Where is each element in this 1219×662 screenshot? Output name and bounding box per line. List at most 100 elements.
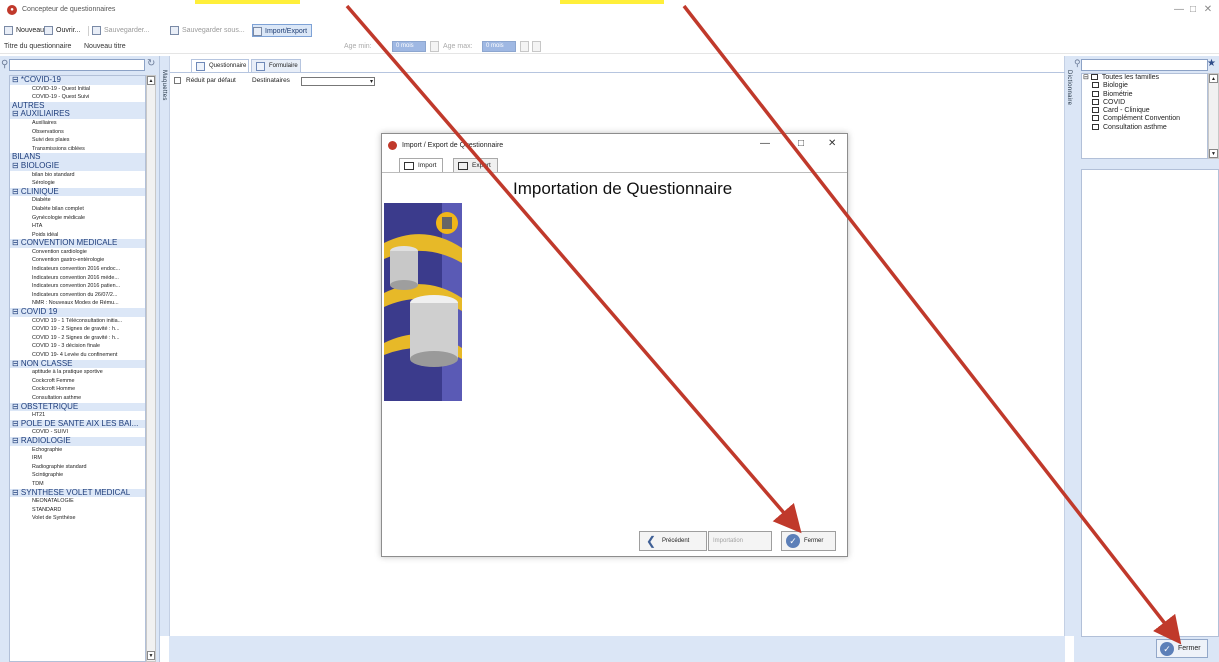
- dictionary-item[interactable]: Biologie: [1082, 82, 1207, 90]
- tab-import[interactable]: Import: [399, 158, 444, 172]
- close-button[interactable]: ✕: [1201, 4, 1215, 15]
- tree-item[interactable]: Auxiliaires: [10, 119, 145, 128]
- tree-item[interactable]: Gynécologie médicale: [10, 214, 145, 223]
- tree-category[interactable]: ⊟ BIOLOGIE: [10, 161, 145, 171]
- import-button[interactable]: Importation: [708, 531, 772, 551]
- tree-item[interactable]: Cockcroft Femme: [10, 377, 145, 386]
- window-title: Concepteur de questionnaires: [22, 6, 116, 13]
- age-max-stepper[interactable]: [520, 41, 529, 52]
- age-max-field[interactable]: 0 mois: [482, 41, 516, 52]
- tree-item[interactable]: Diabète bilan complet: [10, 205, 145, 214]
- templates-search-input[interactable]: [9, 59, 145, 71]
- dictionary-item[interactable]: Consultation asthme: [1082, 123, 1207, 132]
- import-export-button[interactable]: Import/Export: [252, 24, 313, 37]
- new-button[interactable]: Nouveau: [4, 24, 44, 37]
- save-button[interactable]: Sauvegarder...: [92, 24, 150, 37]
- search-icon[interactable]: ⚲: [1074, 58, 1081, 69]
- tree-item[interactable]: COVID-19 - Quest Suivi: [10, 93, 145, 102]
- tree-item[interactable]: COVID 19- 4 Levée du confinement: [10, 351, 145, 360]
- tree-item[interactable]: Transmissions ciblées: [10, 145, 145, 154]
- tree-item[interactable]: IRM: [10, 454, 145, 463]
- tree-item[interactable]: Radiographie standard: [10, 463, 145, 472]
- tree-item[interactable]: bilan bio standard: [10, 171, 145, 180]
- tree-category[interactable]: ⊟ POLE DE SANTÉ AIX LES BAI...: [10, 419, 145, 429]
- tree-item[interactable]: COVID - SUIVI: [10, 428, 145, 437]
- tree-category[interactable]: ⊟ RADIOLOGIE: [10, 436, 145, 446]
- tree-item[interactable]: STANDARD: [10, 506, 145, 515]
- title-value[interactable]: Nouveau titre: [84, 43, 126, 50]
- dictionary-scrollbar[interactable]: ▲ ▼: [1208, 73, 1219, 159]
- tree-category[interactable]: BILANS: [10, 153, 145, 162]
- maximize-button[interactable]: □: [1186, 4, 1200, 15]
- dialog-close-button[interactable]: ✕: [828, 138, 836, 149]
- tab-export[interactable]: Export: [453, 158, 498, 172]
- tree-category[interactable]: ⊟ AUXILIAIRES: [10, 110, 145, 119]
- scroll-down-icon[interactable]: ▼: [1209, 149, 1218, 158]
- tree-item[interactable]: Volet de Synthèse: [10, 514, 145, 523]
- tree-category[interactable]: ⊟ CONVENTION MEDICALE: [10, 239, 145, 248]
- tree-item[interactable]: TDM: [10, 480, 145, 489]
- tree-item[interactable]: Convention gastro-entérologie: [10, 256, 145, 265]
- tree-item[interactable]: Indicateurs convention 2016 endoc...: [10, 265, 145, 274]
- tree-category[interactable]: ⊟ NON CLASSE: [10, 359, 145, 369]
- tree-category[interactable]: AUTRES: [10, 101, 145, 111]
- tab-questionnaire[interactable]: Questionnaire: [191, 59, 249, 72]
- tree-item[interactable]: Sérologie: [10, 179, 145, 188]
- tree-item[interactable]: Consultation asthme: [10, 394, 145, 403]
- tree-category[interactable]: ⊟ CLINIQUE: [10, 187, 145, 197]
- dictionary-item[interactable]: Card - Clinique: [1082, 107, 1207, 115]
- refresh-icon[interactable]: ↻: [147, 58, 155, 69]
- dictionary-item[interactable]: Complément Convention: [1082, 115, 1207, 123]
- dictionary-search-input[interactable]: [1081, 59, 1208, 71]
- templates-scrollbar[interactable]: ▲ ▼: [146, 75, 156, 662]
- tree-item[interactable]: Scintigraphie: [10, 471, 145, 480]
- tree-item[interactable]: COVID 19 - 1 Téléconsultation initia...: [10, 317, 145, 326]
- previous-button[interactable]: ❮ Précédent: [639, 531, 707, 551]
- tree-item[interactable]: NMR : Nouveaux Modes de Rému...: [10, 299, 145, 308]
- tree-item[interactable]: aptitude à la pratique sportive: [10, 368, 145, 377]
- tree-item[interactable]: HT21: [10, 411, 145, 420]
- tree-item[interactable]: Convention cardiologie: [10, 248, 145, 257]
- tree-item[interactable]: Diabète: [10, 196, 145, 205]
- dialog-maximize-button[interactable]: □: [798, 138, 804, 149]
- minimize-button[interactable]: —: [1172, 4, 1186, 15]
- tree-item[interactable]: Indicateurs convention 2016 patien...: [10, 282, 145, 291]
- dictionary-item[interactable]: Biométrie: [1082, 90, 1207, 99]
- dialog-minimize-button[interactable]: —: [760, 138, 770, 149]
- save-as-button[interactable]: Sauvegarder sous...: [170, 24, 245, 37]
- scroll-down-icon[interactable]: ▼: [147, 651, 155, 660]
- tree-item[interactable]: COVID 19 - 2 Signes de gravité : h...: [10, 325, 145, 334]
- tree-item[interactable]: Cockcroft Homme: [10, 385, 145, 394]
- tree-item[interactable]: COVID-19 - Quest Initial: [10, 85, 145, 94]
- tree-item[interactable]: COVID 19 - 3 décision finale: [10, 342, 145, 351]
- reduced-checkbox[interactable]: [174, 77, 181, 84]
- age-unit-stepper[interactable]: [532, 41, 541, 52]
- highlight-mark: [560, 0, 664, 4]
- tree-item[interactable]: HTA: [10, 222, 145, 231]
- tree-item[interactable]: Echographie: [10, 446, 145, 455]
- tree-category[interactable]: ⊟ OBSTETRIQUE: [10, 402, 145, 412]
- search-icon[interactable]: ⚲: [1, 59, 8, 70]
- tree-item[interactable]: Suivi des plaies: [10, 136, 145, 145]
- recipients-select[interactable]: ▾: [301, 77, 375, 86]
- tree-category[interactable]: ⊟ *COVID-19: [10, 76, 145, 85]
- tree-item[interactable]: Poids idéal: [10, 231, 145, 240]
- dialog-close-action-button[interactable]: ✓ Fermer: [781, 531, 836, 551]
- tree-item[interactable]: Observations: [10, 128, 145, 137]
- dictionary-item[interactable]: COVID: [1082, 98, 1207, 107]
- star-icon[interactable]: ★: [1207, 58, 1216, 69]
- tab-formulaire[interactable]: Formulaire: [251, 59, 301, 72]
- scroll-up-icon[interactable]: ▲: [1209, 74, 1218, 83]
- tree-item[interactable]: Indicateurs convention du 26/07/2...: [10, 291, 145, 300]
- tree-item[interactable]: NEONATALOGIE: [10, 497, 145, 506]
- tree-category[interactable]: ⊟ SYNTHESE VOLET MEDICAL: [10, 488, 145, 498]
- tree-item[interactable]: Indicateurs convention 2016 méde...: [10, 274, 145, 283]
- scroll-up-icon[interactable]: ▲: [147, 76, 155, 85]
- tree-category[interactable]: ⊟ COVID 19: [10, 308, 145, 317]
- close-app-button[interactable]: ✓ Fermer: [1156, 639, 1208, 658]
- age-min-field[interactable]: 0 mois: [392, 41, 426, 52]
- open-button[interactable]: Ouvrir...: [44, 24, 81, 37]
- dictionary-root[interactable]: ⊟ Toutes les familles: [1082, 74, 1207, 82]
- tree-item[interactable]: COVID 19 - 2 Signes de gravité : h...: [10, 334, 145, 343]
- age-min-stepper[interactable]: [430, 41, 439, 52]
